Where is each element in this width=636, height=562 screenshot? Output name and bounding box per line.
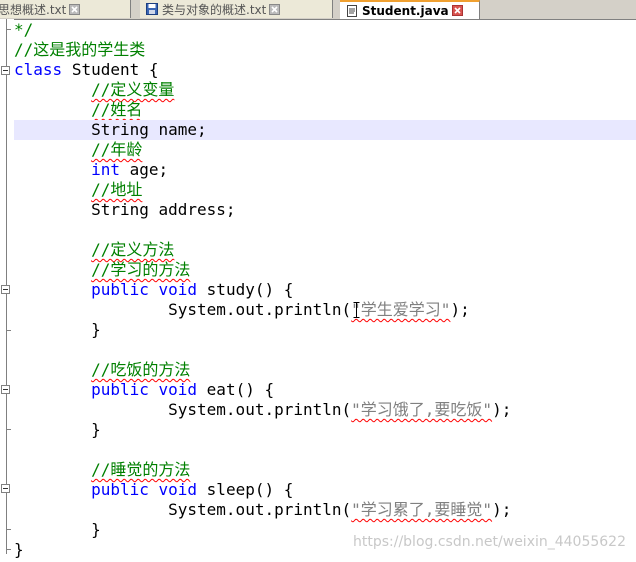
close-icon[interactable]: [451, 5, 463, 16]
code-line: public void eat() {: [14, 380, 636, 400]
fold-end-marker: [6, 29, 11, 30]
comment: */: [14, 20, 34, 39]
code-line: //学习的方法: [14, 260, 636, 280]
comment: //姓名: [91, 100, 143, 119]
string-literal: "学习饿了,要吃饭": [351, 400, 493, 419]
code-line: String address;: [14, 200, 636, 220]
field-declaration: String address;: [91, 200, 236, 219]
method-signature: sleep() {: [206, 480, 294, 499]
current-line: String name;: [14, 120, 636, 140]
method-call: System.out.println(: [168, 500, 352, 519]
statement-end: );: [492, 400, 512, 419]
comment: //这是我的学生类: [14, 40, 146, 59]
closing-brace: }: [14, 540, 24, 559]
keyword: int: [91, 160, 120, 179]
fold-toggle-sleep[interactable]: [1, 484, 10, 493]
keyword: void: [158, 480, 198, 499]
method-signature: study() {: [206, 280, 294, 299]
fold-end-marker: [6, 330, 11, 331]
document-icon: [347, 4, 357, 17]
code-line: System.out.println("学习累了,要睡觉");: [14, 500, 636, 520]
keyword: void: [158, 380, 198, 399]
closing-brace: }: [91, 420, 101, 439]
code-line: class Student {: [14, 60, 636, 80]
tab-label: 对象思想概述.txt: [0, 2, 67, 17]
string-literal: "学生爱学习": [351, 300, 451, 319]
comment: //睡觉的方法: [91, 460, 191, 479]
comment: //地址: [91, 180, 143, 199]
keyword: public: [91, 380, 149, 399]
code-line: System.out.println("学生爱学习");: [14, 300, 636, 320]
tab-label: 类与对象的概述.txt: [162, 2, 267, 17]
code-line: //吃饭的方法: [14, 360, 636, 380]
field-declaration: age;: [129, 160, 169, 179]
comment: //定义方法: [91, 240, 175, 259]
fold-end-marker: [6, 529, 11, 530]
comment: //吃饭的方法: [91, 360, 191, 379]
class-declaration: Student {: [71, 60, 159, 79]
keyword: public: [91, 280, 149, 299]
tab-bar: 对象思想概述.txt 类与对象的概述.txt Student.java: [0, 0, 636, 20]
keyword: void: [158, 280, 198, 299]
closing-brace: }: [91, 520, 101, 539]
statement-end: );: [450, 300, 470, 319]
code-line: //睡觉的方法: [14, 460, 636, 480]
code-line: System.out.println("学习饿了,要吃饭");: [14, 400, 636, 420]
code-line: //地址: [14, 180, 636, 200]
fold-toggle-study[interactable]: [1, 285, 10, 294]
method-call: System.out.println(: [168, 400, 352, 419]
code-line: //这是我的学生类: [14, 40, 636, 60]
code-line: }: [14, 320, 636, 340]
close-icon[interactable]: [269, 3, 281, 15]
code-line: public void study() {: [14, 280, 636, 300]
text-cursor-icon: [353, 302, 360, 318]
string-literal: "学习累了,要睡觉": [351, 500, 493, 519]
tab-class-object-overview[interactable]: 类与对象的概述.txt: [140, 0, 333, 18]
code-line: //定义方法: [14, 240, 636, 260]
tab-object-thought-overview[interactable]: 对象思想概述.txt: [0, 0, 131, 18]
code-line: int age;: [14, 160, 636, 180]
field-declaration: String name;: [91, 120, 207, 139]
code-line: //姓名: [14, 100, 636, 120]
save-icon: [146, 3, 158, 15]
code-line: //定义变量: [14, 80, 636, 100]
fold-toggle-eat[interactable]: [1, 385, 10, 394]
tab-student-java[interactable]: Student.java: [340, 0, 480, 19]
fold-toggle-class[interactable]: [1, 66, 10, 75]
code-line: //年龄: [14, 140, 636, 160]
comment: //学习的方法: [91, 260, 191, 279]
code-line: */: [14, 20, 636, 40]
close-icon[interactable]: [69, 3, 81, 15]
fold-gutter: [0, 19, 14, 562]
keyword: public: [91, 480, 149, 499]
method-call: System.out.println(: [168, 300, 352, 319]
comment: //定义变量: [91, 80, 175, 99]
tab-label: Student.java: [362, 3, 449, 18]
fold-end-marker: [6, 549, 11, 550]
statement-end: );: [492, 500, 512, 519]
fold-end-marker: [6, 429, 11, 430]
keyword: class: [14, 60, 63, 79]
method-signature: eat() {: [206, 380, 275, 399]
code-line: }: [14, 420, 636, 440]
comment: //年龄: [91, 140, 143, 159]
code-editor[interactable]: */ //这是我的学生类 class Student { //定义变量 //姓名…: [14, 19, 636, 562]
closing-brace: }: [91, 320, 101, 339]
watermark: https://blog.csdn.net/weixin_44055622: [352, 534, 626, 550]
code-line: public void sleep() {: [14, 480, 636, 500]
